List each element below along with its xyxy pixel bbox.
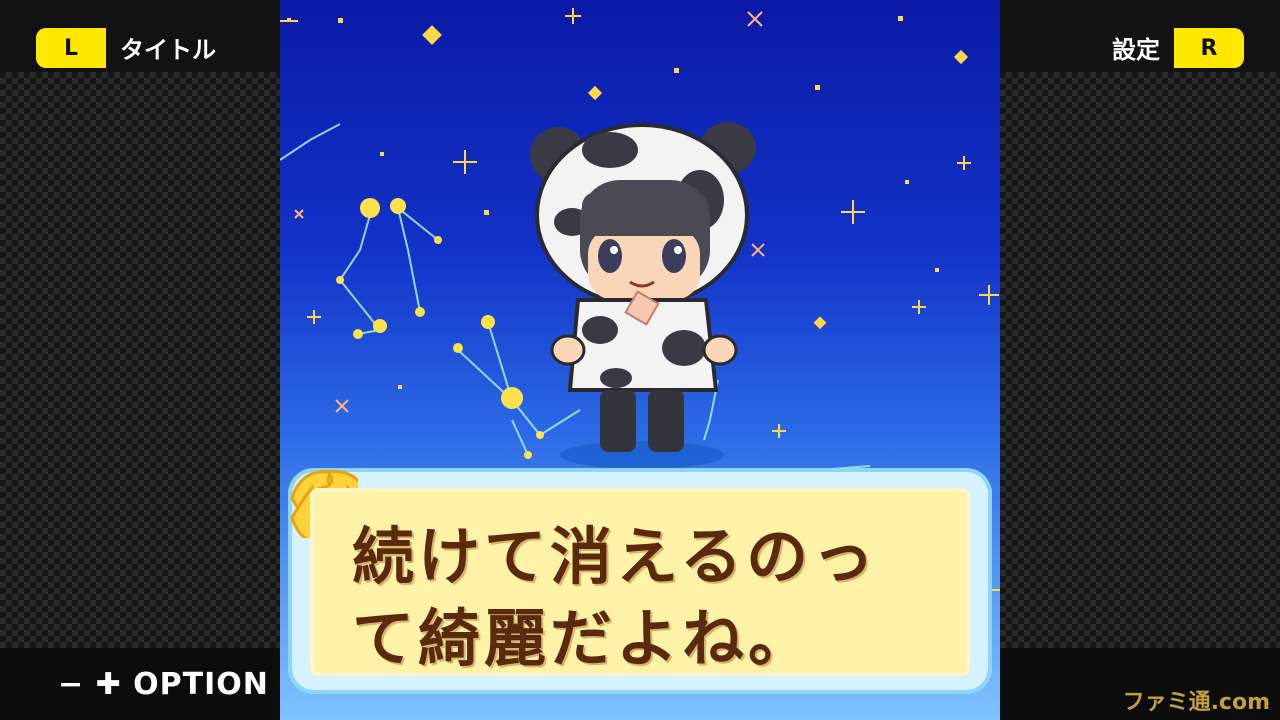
right-checker-panel: [1000, 0, 1280, 720]
left-checker-panel: [0, 0, 280, 720]
dialog-text-line-1: 続けて消えるのっ: [352, 520, 879, 593]
title-label[interactable]: タイトル: [120, 30, 216, 65]
settings-label[interactable]: 設定: [1112, 30, 1160, 65]
r-button-icon[interactable]: R: [1174, 28, 1244, 68]
option-button[interactable]: − ✚ OPTION: [58, 667, 269, 702]
l-button-icon[interactable]: L: [36, 28, 106, 68]
dialog-box: 続けて消えるのっ て綺麗だよね。: [288, 468, 992, 694]
game-screen: 続けて消えるのっ て綺麗だよね。: [280, 0, 1000, 720]
watermark-logo: ファミ通.com: [1122, 690, 1270, 715]
cow-costume-character: [530, 122, 756, 469]
dialog-text-line-2: て綺麗だよね。: [352, 602, 815, 675]
